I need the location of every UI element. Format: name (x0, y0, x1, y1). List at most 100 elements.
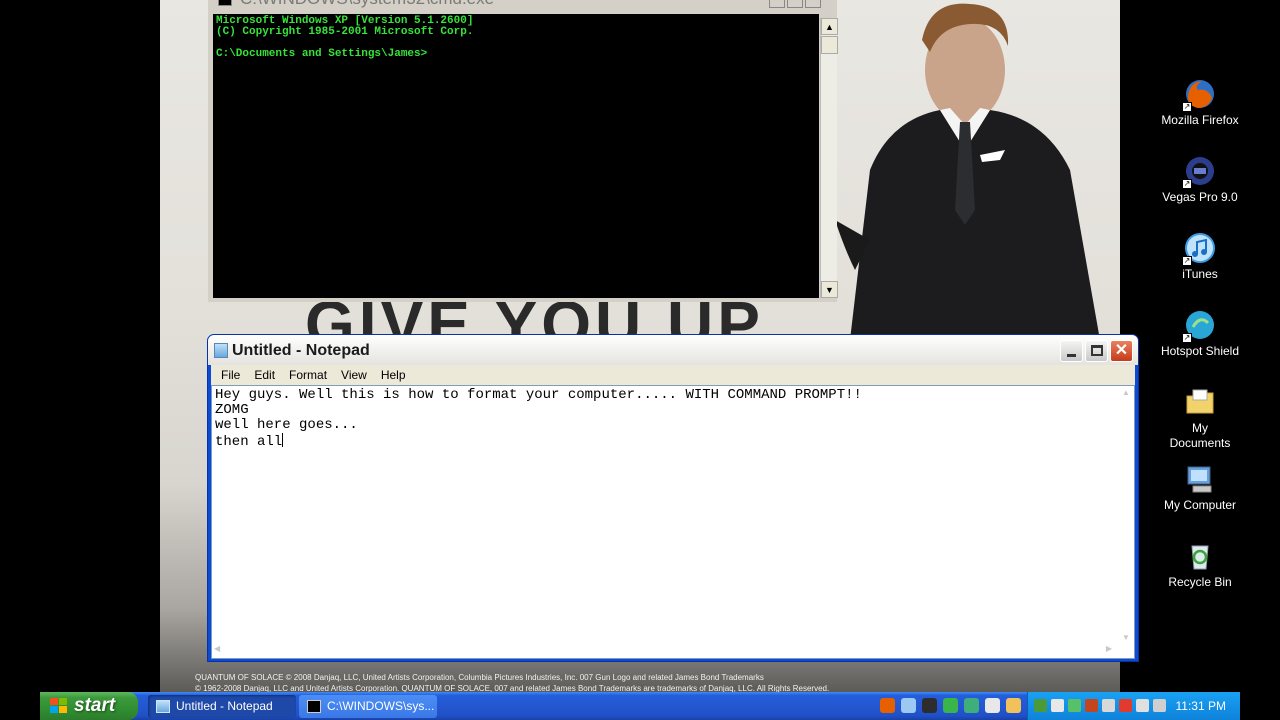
windows-logo-icon (50, 698, 68, 714)
notepad-body: File Edit Format View Help Hey guys. Wel… (211, 365, 1135, 659)
shortcut-arrow-icon: ↗ (1182, 102, 1192, 112)
notepad-title-bar[interactable]: Untitled - Notepad ✕ (208, 335, 1138, 365)
shortcut-arrow-icon: ↗ (1182, 179, 1192, 189)
tray-icon[interactable] (1153, 699, 1166, 712)
desktop-icon-label: My Documents (1169, 421, 1231, 450)
app-icon[interactable] (964, 698, 979, 713)
desktop-icon-label: Vegas Pro 9.0 (1162, 190, 1238, 204)
scroll-left-arrow-icon[interactable]: ◀ (214, 644, 220, 653)
notepad-menu-bar: File Edit Format View Help (211, 365, 1135, 385)
notepad-text-area[interactable]: Hey guys. Well this is how to format you… (211, 385, 1135, 659)
menu-format[interactable]: Format (282, 365, 334, 385)
maximize-icon (1091, 345, 1103, 356)
shortcut-arrow-icon: ↗ (1182, 333, 1192, 343)
scroll-up-arrow-icon[interactable]: ▲ (1122, 388, 1130, 397)
cmd-scrollbar[interactable]: ▲ ▼ (820, 18, 838, 298)
wallpaper-person-image (835, 3, 1100, 340)
tray-icon[interactable] (1051, 699, 1064, 712)
desktop-icon-my-documents[interactable]: My Documents (1160, 386, 1240, 451)
notepad-text[interactable]: Hey guys. Well this is how to format you… (215, 388, 862, 450)
notepad-title-text: Untitled - Notepad (232, 342, 370, 359)
app-icon[interactable] (1006, 698, 1021, 713)
desktop-icon-firefox[interactable]: ↗ Mozilla Firefox (1160, 78, 1240, 128)
start-button[interactable]: start (40, 692, 138, 720)
scroll-right-arrow-icon[interactable]: ▶ (1106, 644, 1112, 653)
desktop-icon-label: Recycle Bin (1168, 575, 1232, 589)
tray-icon[interactable] (1102, 699, 1115, 712)
text-line: Hey guys. Well this is how to format you… (215, 387, 862, 403)
text-line: ZOMG (215, 402, 249, 418)
close-button[interactable] (805, 0, 821, 8)
desktop-icon-hotspot-shield[interactable]: ↗ Hotspot Shield (1160, 309, 1240, 359)
cmd-title-text: C:\WINDOWS\system32\cmd.exe (240, 0, 494, 8)
tray-icon[interactable] (1136, 699, 1149, 712)
copyright-line: © 1962-2008 Danjaq, LLC and United Artis… (195, 684, 830, 692)
maximize-button[interactable] (787, 0, 803, 8)
notepad-vertical-scrollbar[interactable]: ▲ ▼ (1117, 386, 1134, 642)
minimize-button[interactable] (769, 0, 785, 8)
notepad-horizontal-scrollbar[interactable]: ◀ ▶ (212, 641, 1134, 658)
cmd-window-icon (218, 0, 232, 6)
app-icon[interactable] (985, 698, 1000, 713)
taskbar-item-cmd[interactable]: C:\WINDOWS\sys... (299, 695, 437, 718)
recycle-bin-icon (1184, 540, 1216, 572)
menu-help[interactable]: Help (374, 365, 413, 385)
desktop-icon-label: Hotspot Shield (1160, 344, 1240, 358)
taskbar: start Untitled - Notepad C:\WINDOWS\sys.… (40, 692, 1240, 720)
tray-icon[interactable] (1085, 699, 1098, 712)
notepad-icon (156, 700, 170, 713)
firefox-icon[interactable] (880, 698, 895, 713)
menu-view[interactable]: View (334, 365, 374, 385)
text-line: then all (215, 434, 283, 450)
cmd-console-output[interactable]: Microsoft Windows XP [Version 5.1.2600](… (213, 14, 819, 298)
tray-icons (1034, 699, 1166, 712)
hotspot-shield-icon: ↗ (1182, 309, 1216, 343)
scroll-thumb[interactable] (821, 36, 838, 54)
system-tray: 11:31 PM (1027, 692, 1240, 720)
wallpaper-copyright: QUANTUM OF SOLACE © 2008 Danjaq, LLC, Un… (195, 672, 1075, 692)
notepad-window[interactable]: Untitled - Notepad ✕ File Edit Format Vi… (207, 334, 1139, 662)
minimize-icon (1067, 354, 1076, 357)
app-icon[interactable] (922, 698, 937, 713)
desktop-icon-vegas[interactable]: ↗ Vegas Pro 9.0 (1160, 155, 1240, 205)
notepad-icon (214, 343, 228, 358)
desktop-icon-recycle-bin[interactable]: Recycle Bin (1160, 540, 1240, 590)
desktop-icon-label: Mozilla Firefox (1161, 113, 1239, 127)
start-label: start (74, 695, 116, 716)
maximize-button[interactable] (1085, 340, 1108, 362)
shortcut-arrow-icon: ↗ (1182, 256, 1192, 266)
desktop-icon-my-computer[interactable]: My Computer (1160, 463, 1240, 513)
tray-icon[interactable] (1034, 699, 1047, 712)
taskbar-item-label: Untitled - Notepad (176, 699, 273, 713)
text-line-current: then all (215, 433, 862, 450)
desktop-icon-itunes[interactable]: ↗ iTunes (1160, 232, 1240, 282)
cmd-title-bar[interactable]: C:\WINDOWS\system32\cmd.exe (210, 0, 835, 10)
computer-icon (1184, 463, 1216, 495)
letterbox-left (0, 0, 160, 692)
console-line: C:\Documents and Settings\James> (216, 48, 428, 60)
quick-launch (880, 698, 1021, 713)
scroll-up-arrow-icon[interactable]: ▲ (821, 18, 838, 35)
folder-icon (1184, 386, 1216, 418)
text-line: well here goes... (215, 417, 358, 433)
vegas-icon: ↗ (1182, 155, 1216, 189)
minimize-button[interactable] (1060, 340, 1083, 362)
scroll-down-arrow-icon[interactable]: ▼ (821, 281, 838, 298)
taskbar-clock[interactable]: 11:31 PM (1176, 692, 1226, 720)
tray-icon[interactable] (1068, 699, 1081, 712)
app-icon[interactable] (943, 698, 958, 713)
copyright-line: QUANTUM OF SOLACE © 2008 Danjaq, LLC, Un… (195, 673, 764, 682)
desktop-icon-label: My Computer (1163, 498, 1237, 512)
itunes-icon: ↗ (1182, 232, 1216, 266)
taskbar-item-notepad[interactable]: Untitled - Notepad (148, 695, 296, 718)
cmd-window[interactable]: C:\WINDOWS\system32\cmd.exe Microsoft Wi… (208, 0, 838, 302)
app-icon[interactable] (901, 698, 916, 713)
text-caret (282, 433, 284, 447)
menu-edit[interactable]: Edit (247, 365, 282, 385)
taskbar-item-label: C:\WINDOWS\sys... (327, 699, 435, 713)
tray-icon[interactable] (1119, 699, 1132, 712)
menu-file[interactable]: File (214, 365, 247, 385)
firefox-icon: ↗ (1182, 78, 1216, 112)
close-icon: ✕ (1114, 342, 1129, 359)
close-button[interactable]: ✕ (1110, 340, 1133, 362)
